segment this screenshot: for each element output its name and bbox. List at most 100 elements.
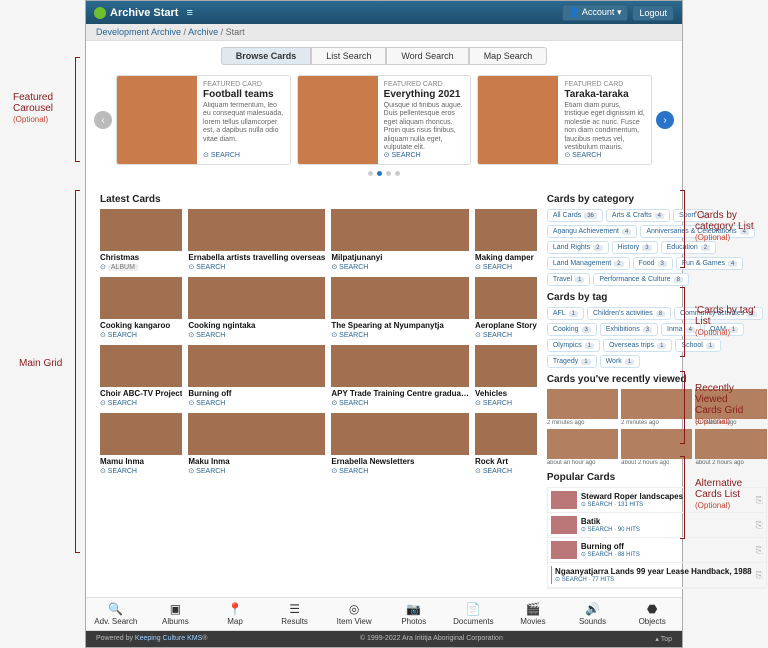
tag-pill[interactable]: AFL 1	[547, 307, 584, 320]
popular-row[interactable]: Ngaanyatjarra Lands 99 year Lease Handba…	[548, 563, 766, 588]
tab-browse-cards[interactable]: Browse Cards	[221, 47, 312, 65]
grid-card[interactable]: Cooking kangaroo⊙ SEARCH	[100, 277, 182, 339]
account-button[interactable]: 👤 Account ▾	[562, 4, 629, 21]
carousel-prev-button[interactable]: ‹	[94, 111, 112, 129]
recent-card[interactable]: about 2 hours ago	[695, 429, 766, 466]
toolbar-item[interactable]: 📍Map	[205, 598, 265, 630]
featured-card[interactable]: FEATURED CARD Football teams Aliquam fer…	[116, 75, 291, 165]
grid-card[interactable]: Burning off⊙ SEARCH	[188, 345, 325, 407]
breadcrumb-current: Start	[226, 27, 245, 37]
toolbar-item[interactable]: ⬣Objects	[622, 598, 682, 630]
copy-icon[interactable]: ⎘	[756, 570, 763, 581]
category-tag[interactable]: Fun & Games 4	[676, 257, 744, 270]
grid-card-search-link[interactable]: ⊙ SEARCH	[100, 331, 182, 339]
grid-card[interactable]: Christmas⊙ ALBUM	[100, 209, 182, 271]
grid-card-search-link[interactable]: ⊙ SEARCH	[188, 399, 325, 407]
grid-card-search-link[interactable]: ⊙ SEARCH	[331, 467, 469, 475]
tag-pill[interactable]: Children's activities 8	[587, 307, 671, 320]
grid-card[interactable]: Choir ABC-TV Project⊙ SEARCH	[100, 345, 182, 407]
tag-pill[interactable]: Work 1	[600, 355, 641, 368]
toolbar-item[interactable]: 🎬Movies	[503, 598, 563, 630]
grid-card[interactable]: APY Trade Training Centre gradua…⊙ SEARC…	[331, 345, 469, 407]
grid-card[interactable]: Ernabella Newsletters⊙ SEARCH	[331, 413, 469, 475]
footer-copyright: © 1999-2022 Ara Irititja Aboriginal Corp…	[207, 635, 655, 643]
grid-card-search-link[interactable]: ⊙ SEARCH	[100, 467, 182, 475]
carousel-next-button[interactable]: ›	[656, 111, 674, 129]
category-tag[interactable]: All Cards 36	[547, 209, 603, 222]
grid-card-search-link[interactable]: ⊙ SEARCH	[331, 399, 469, 407]
hamburger-icon[interactable]: ≡	[186, 7, 192, 19]
grid-card[interactable]: Vehicles⊙ SEARCH	[475, 345, 537, 407]
carousel-dots[interactable]	[116, 171, 652, 176]
copy-icon[interactable]: ⎘	[756, 495, 763, 506]
grid-card[interactable]: Ernabella artists travelling overseas⊙ S…	[188, 209, 325, 271]
category-tag[interactable]: Land Rights 2	[547, 241, 609, 254]
grid-card[interactable]: The Spearing at Nyumpanytja⊙ SEARCH	[331, 277, 469, 339]
category-tag[interactable]: Aṉangu Achievement 4	[547, 225, 638, 238]
tab-list-search[interactable]: List Search	[311, 47, 386, 65]
category-tag[interactable]: Performance & Culture 8	[593, 273, 689, 286]
grid-card[interactable]: Rock Art⊙ SEARCH	[475, 413, 537, 475]
toolbar-icon: ☰	[265, 602, 325, 616]
grid-card-search-link[interactable]: ⊙ SEARCH	[188, 263, 325, 271]
recent-card[interactable]: about an hour ago	[547, 429, 618, 466]
grid-card[interactable]: Maku Inma⊙ SEARCH	[188, 413, 325, 475]
copy-icon[interactable]: ⎘	[756, 520, 763, 531]
footer-product-link[interactable]: Keeping Culture KMS	[135, 635, 202, 642]
tab-map-search[interactable]: Map Search	[469, 47, 548, 65]
grid-card[interactable]: Cooking ngintaka⊙ SEARCH	[188, 277, 325, 339]
toolbar-item[interactable]: 🔊Sounds	[563, 598, 623, 630]
recent-thumb	[547, 389, 618, 419]
grid-card[interactable]: Mamu Inma⊙ SEARCH	[100, 413, 182, 475]
category-tag[interactable]: Arts & Crafts 4	[606, 209, 670, 222]
logout-button[interactable]: Logout	[632, 5, 674, 21]
toolbar-item[interactable]: ☰Results	[265, 598, 325, 630]
popular-row[interactable]: Burning off⊙ SEARCH · 88 HITS⎘	[548, 538, 766, 563]
category-tag[interactable]: History 3	[612, 241, 658, 254]
grid-card-search-link[interactable]: ⊙ SEARCH	[475, 399, 537, 407]
featured-card-image	[478, 76, 558, 164]
recent-thumb	[547, 429, 618, 459]
category-tag[interactable]: Land Management 2	[547, 257, 630, 270]
footer-top-link[interactable]: ▴ Top	[655, 635, 672, 643]
tag-pill[interactable]: Cooking 3	[547, 323, 597, 336]
footer: Powered by Keeping Culture KMS® © 1999-2…	[86, 631, 682, 647]
grid-card-search-link[interactable]: ⊙ ALBUM	[100, 263, 182, 271]
featured-search-link[interactable]: ⊙ SEARCH	[203, 151, 284, 159]
toolbar-item[interactable]: ◎Item View	[324, 598, 384, 630]
copy-icon[interactable]: ⎘	[756, 545, 763, 556]
tab-word-search[interactable]: Word Search	[386, 47, 468, 65]
grid-card-search-link[interactable]: ⊙ SEARCH	[188, 467, 325, 475]
grid-card-search-link[interactable]: ⊙ SEARCH	[475, 263, 537, 271]
grid-card-search-link[interactable]: ⊙ SEARCH	[100, 399, 182, 407]
featured-card[interactable]: FEATURED CARD Everything 2021 Quisque id…	[297, 75, 472, 165]
grid-card-search-link[interactable]: ⊙ SEARCH	[331, 263, 469, 271]
breadcrumb-section[interactable]: Archive	[188, 27, 218, 37]
tag-pill[interactable]: Olympics 1	[547, 339, 600, 352]
tag-pill[interactable]: Overseas trips 1	[603, 339, 672, 352]
featured-card-image	[298, 76, 378, 164]
grid-card-search-link[interactable]: ⊙ SEARCH	[331, 331, 469, 339]
toolbar-item[interactable]: 📄Documents	[444, 598, 504, 630]
breadcrumb-root[interactable]: Development Archive	[96, 27, 181, 37]
toolbar-icon: 🔊	[563, 602, 623, 616]
featured-card[interactable]: FEATURED CARD Taraka-taraka Etiam diam p…	[477, 75, 652, 165]
grid-card-search-link[interactable]: ⊙ SEARCH	[475, 331, 537, 339]
latest-grid: Christmas⊙ ALBUMErnabella artists travel…	[100, 209, 537, 475]
toolbar-item[interactable]: 🔍Adv. Search	[86, 598, 146, 630]
toolbar-item[interactable]: 📷Photos	[384, 598, 444, 630]
tag-pill[interactable]: Tragedy 1	[547, 355, 597, 368]
toolbar-item[interactable]: ▣Albums	[146, 598, 206, 630]
category-tag[interactable]: Travel 1	[547, 273, 591, 286]
grid-card-search-link[interactable]: ⊙ SEARCH	[475, 467, 537, 475]
grid-card[interactable]: Making damper⊙ SEARCH	[475, 209, 537, 271]
recent-card[interactable]: 2 minutes ago	[547, 389, 618, 426]
grid-card[interactable]: Aeroplane Story⊙ SEARCH	[475, 277, 537, 339]
popular-row[interactable]: Batik⊙ SEARCH · 90 HITS⎘	[548, 513, 766, 538]
grid-card-search-link[interactable]: ⊙ SEARCH	[188, 331, 325, 339]
category-tag[interactable]: Food 3	[633, 257, 673, 270]
grid-card[interactable]: Milpatjunanyi⊙ SEARCH	[331, 209, 469, 271]
tag-pill[interactable]: Exhibitions 3	[600, 323, 658, 336]
toolbar-icon: ▣	[146, 602, 206, 616]
popular-title: Ngaanyatjarra Lands 99 year Lease Handba…	[555, 567, 752, 576]
